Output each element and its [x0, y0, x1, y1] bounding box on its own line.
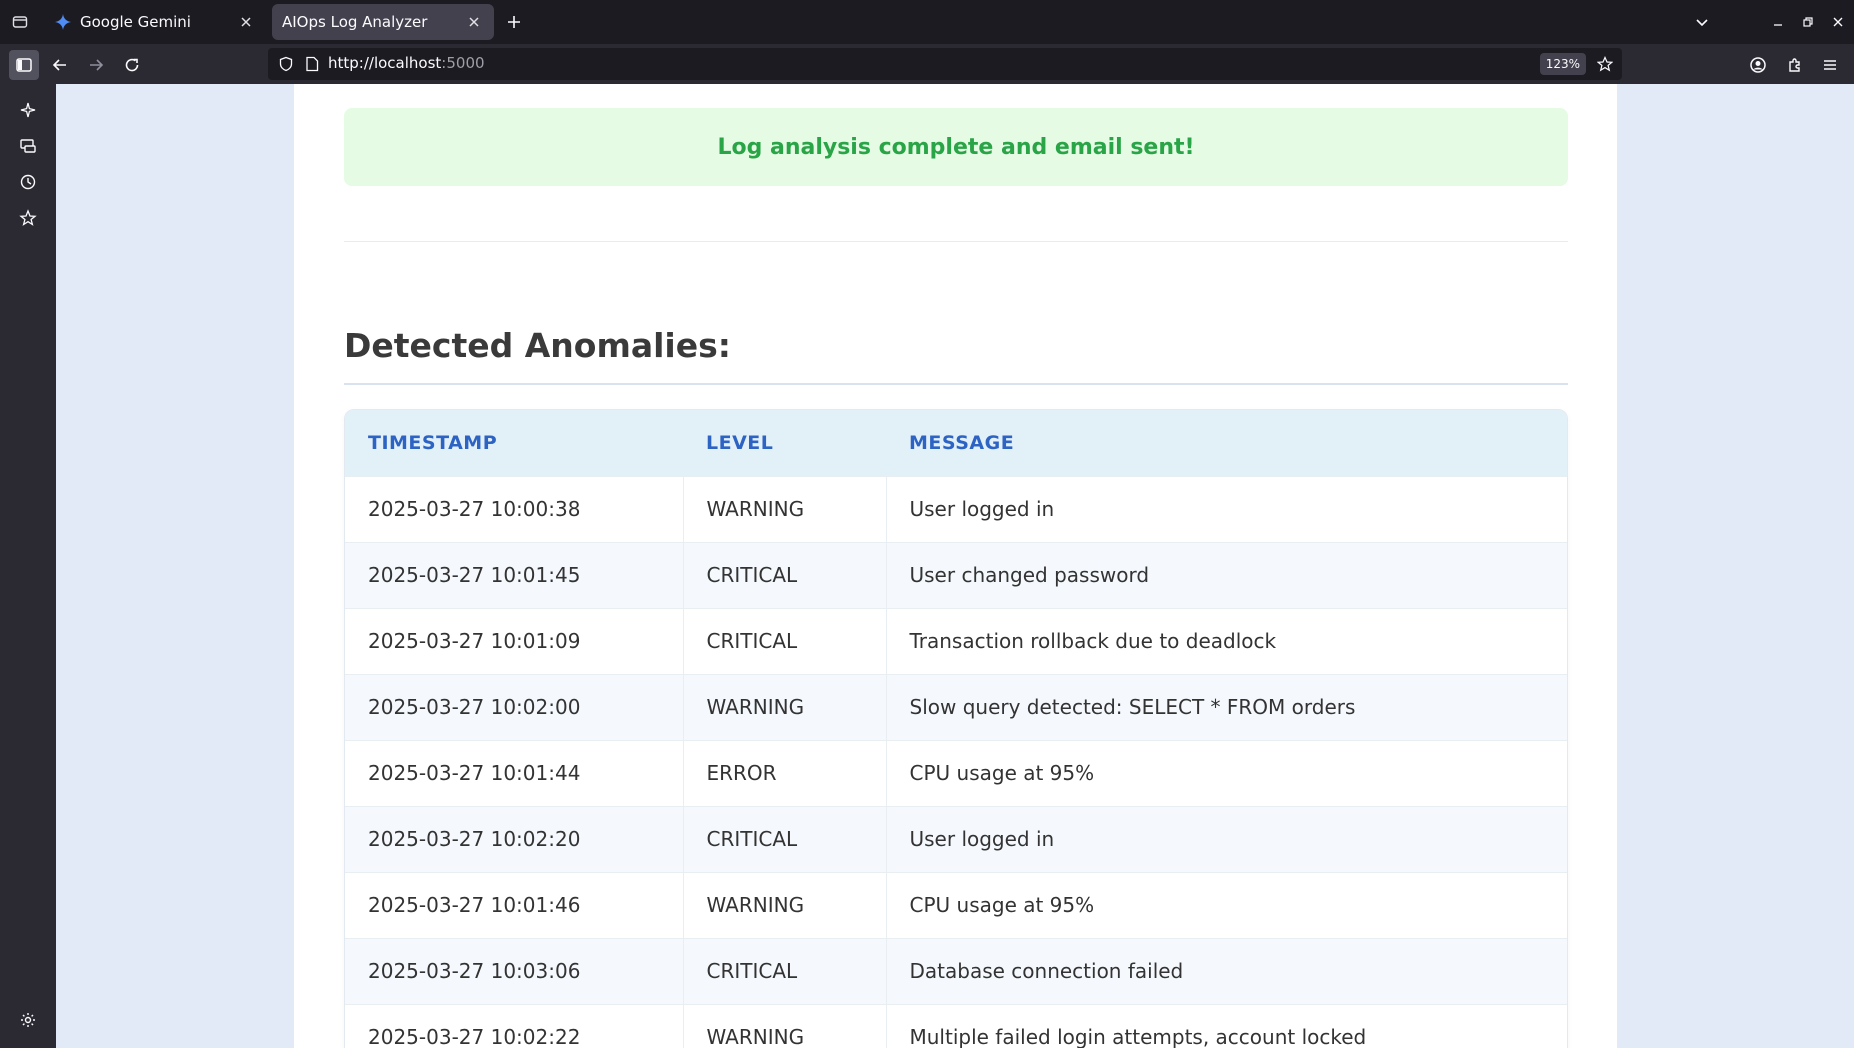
history-icon[interactable]: [14, 168, 42, 196]
table-row: 2025-03-27 10:01:46 WARNING CPU usage at…: [345, 871, 1567, 938]
cell-level: CRITICAL: [682, 541, 886, 608]
shield-icon[interactable]: [276, 54, 296, 74]
tab-google-gemini[interactable]: Google Gemini: [44, 4, 266, 40]
cell-timestamp: 2025-03-27 10:02:00: [345, 673, 683, 740]
cell-message: User logged in: [885, 805, 1567, 872]
cell-timestamp: 2025-03-27 10:00:38: [345, 475, 683, 542]
reload-icon[interactable]: [117, 50, 147, 80]
gemini-icon: [54, 13, 72, 31]
address-bar[interactable]: http://localhost:5000 123%: [268, 48, 1622, 80]
title-underline: [344, 383, 1568, 385]
anomalies-table: TIMESTAMP LEVEL MESSAGE 2025-03-27 10:00…: [344, 409, 1568, 1048]
cell-level: CRITICAL: [682, 805, 886, 872]
divider: [344, 241, 1568, 242]
tab-list-icon[interactable]: [8, 10, 32, 34]
cell-message: Database connection failed: [885, 937, 1567, 1004]
cell-timestamp: 2025-03-27 10:01:46: [345, 871, 683, 938]
cell-level: WARNING: [682, 1003, 886, 1048]
table-row: 2025-03-27 10:01:45 CRITICAL User change…: [345, 541, 1567, 608]
bookmarks-icon[interactable]: [14, 204, 42, 232]
cell-level: CRITICAL: [682, 607, 886, 674]
minimize-icon[interactable]: [1766, 10, 1790, 34]
section-title: Detected Anomalies:: [344, 326, 731, 365]
cell-level: ERROR: [682, 739, 886, 806]
close-tab-icon[interactable]: [236, 12, 256, 32]
table-row: 2025-03-27 10:02:22 WARNING Multiple fai…: [345, 1003, 1567, 1048]
url-port: :5000: [441, 54, 485, 72]
cell-timestamp: 2025-03-27 10:01:09: [345, 607, 683, 674]
page-viewport: Log analysis complete and email sent! De…: [56, 84, 1854, 1048]
cell-timestamp: 2025-03-27 10:02:22: [345, 1003, 683, 1048]
table-row: 2025-03-27 10:00:38 WARNING User logged …: [345, 475, 1567, 542]
synced-tabs-icon[interactable]: [14, 132, 42, 160]
page-icon[interactable]: [302, 54, 322, 74]
menu-icon[interactable]: [1815, 50, 1845, 80]
cell-message: CPU usage at 95%: [885, 871, 1567, 938]
chevron-down-icon[interactable]: [1690, 10, 1714, 34]
success-alert: Log analysis complete and email sent!: [344, 108, 1568, 186]
cell-message: Multiple failed login attempts, account …: [885, 1003, 1567, 1048]
settings-gear-icon[interactable]: [14, 1006, 42, 1034]
cell-message: User changed password: [885, 541, 1567, 608]
cell-message: User logged in: [885, 475, 1567, 542]
column-header-level: LEVEL: [683, 410, 886, 476]
restore-icon[interactable]: [1796, 10, 1820, 34]
table-row: 2025-03-27 10:01:09 CRITICAL Transaction…: [345, 607, 1567, 674]
cell-message: Slow query detected: SELECT * FROM order…: [885, 673, 1567, 740]
forward-icon[interactable]: [81, 50, 111, 80]
bookmark-star-icon[interactable]: [1594, 53, 1616, 75]
cell-timestamp: 2025-03-27 10:01:44: [345, 739, 683, 806]
cell-level: WARNING: [682, 673, 886, 740]
tab-label: Google Gemini: [80, 13, 191, 31]
column-header-message: MESSAGE: [886, 410, 1567, 476]
ai-chatbot-icon[interactable]: [14, 96, 42, 124]
cell-level: WARNING: [682, 871, 886, 938]
tab-label: AIOps Log Analyzer: [282, 13, 428, 31]
table-row: 2025-03-27 10:01:44 ERROR CPU usage at 9…: [345, 739, 1567, 806]
url-text[interactable]: http://localhost:5000: [328, 54, 485, 72]
cell-timestamp: 2025-03-27 10:02:20: [345, 805, 683, 872]
table-row: 2025-03-27 10:02:00 WARNING Slow query d…: [345, 673, 1567, 740]
table-row: 2025-03-27 10:03:06 CRITICAL Database co…: [345, 937, 1567, 1004]
cell-message: CPU usage at 95%: [885, 739, 1567, 806]
close-tab-icon[interactable]: [464, 12, 484, 32]
tab-aiops-log-analyzer[interactable]: AIOps Log Analyzer: [272, 4, 494, 40]
sidebar-toggle-icon[interactable]: [9, 50, 39, 80]
account-icon[interactable]: [1743, 50, 1773, 80]
column-header-timestamp: TIMESTAMP: [345, 410, 683, 476]
browser-sidebar: [0, 84, 56, 1048]
table-row: 2025-03-27 10:02:20 CRITICAL User logged…: [345, 805, 1567, 872]
cell-level: WARNING: [682, 475, 886, 542]
success-message: Log analysis complete and email sent!: [717, 134, 1195, 160]
cell-timestamp: 2025-03-27 10:01:45: [345, 541, 683, 608]
extensions-icon[interactable]: [1780, 50, 1810, 80]
browser-navbar: http://localhost:5000 123%: [0, 44, 1854, 84]
back-icon[interactable]: [45, 50, 75, 80]
new-tab-icon[interactable]: [502, 10, 526, 34]
table-header-row: TIMESTAMP LEVEL MESSAGE: [345, 410, 1567, 476]
cell-level: CRITICAL: [682, 937, 886, 1004]
main-card: Log analysis complete and email sent! De…: [294, 84, 1617, 1048]
url-host: http://localhost: [328, 54, 442, 72]
cell-message: Transaction rollback due to deadlock: [885, 607, 1567, 674]
cell-timestamp: 2025-03-27 10:03:06: [345, 937, 683, 1004]
browser-titlebar: Google Gemini AIOps Log Analyzer: [0, 0, 1854, 44]
zoom-indicator[interactable]: 123%: [1539, 53, 1586, 75]
close-window-icon[interactable]: [1826, 10, 1850, 34]
